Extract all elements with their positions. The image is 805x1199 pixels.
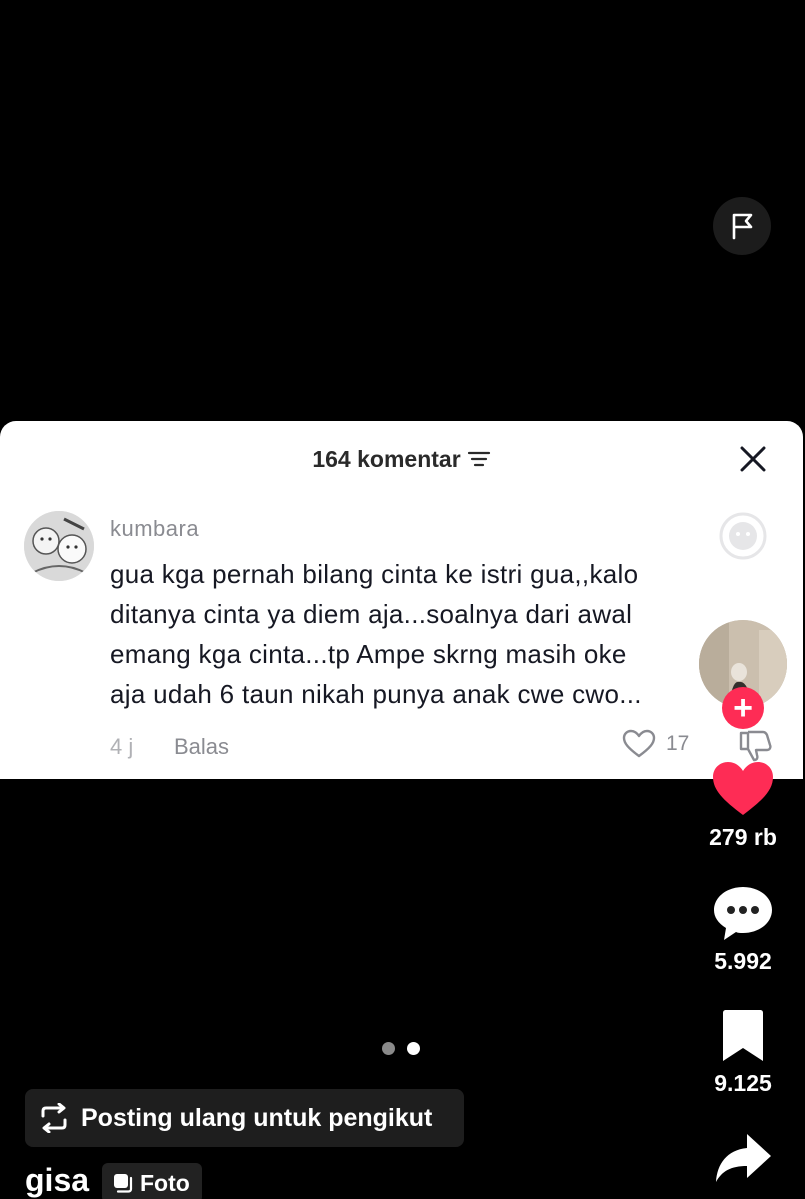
heart-outline-icon [622,729,656,758]
carousel-dot-active[interactable] [407,1042,420,1055]
share-action[interactable] [700,1130,786,1186]
save-action[interactable]: 9.125 [700,1008,786,1097]
follow-button[interactable]: + [722,687,764,729]
like-count: 279 rb [709,824,777,850]
post-type-badge: Foto [102,1163,202,1199]
share-arrow-icon [716,1134,771,1182]
comment-age: 4 j [110,734,134,759]
photo-stack-icon [114,1174,133,1193]
comment-line: ditanya cinta ya diem aja...soalnya dari… [110,599,633,629]
chat-bubble-icon [714,887,772,940]
close-icon [740,446,766,472]
comments-panel: 164 komentar kumbara gua kga pernah bila… [0,421,803,779]
comment-line: emang kga cinta...tp Ampe skrng masih ok… [110,639,627,669]
flag-icon [732,213,753,240]
post-type-label: Foto [140,1169,190,1196]
comment-username[interactable]: kumbara [110,516,199,542]
repost-icon [41,1103,67,1133]
comment-like-button[interactable]: 17 [622,729,689,759]
filter-lines-icon[interactable] [467,449,491,469]
author-name[interactable]: gisa [25,1162,89,1199]
comment-like-count: 17 [666,732,690,755]
report-button[interactable] [713,197,771,255]
comment-line: aja udah 6 taun nikah punya anak cwe cwo… [110,679,642,709]
carousel-indicator [382,1042,420,1055]
thumbs-down-icon [739,730,772,762]
emoji-button[interactable] [718,511,768,566]
comments-action[interactable]: 5.992 [700,884,786,975]
comment-text: gua kga pernah bilang cinta ke istri gua… [110,554,720,714]
reply-button[interactable]: Balas [174,734,229,760]
comments-count: 5.992 [714,948,772,974]
heart-icon [713,762,773,815]
comment-line: gua kga pernah bilang cinta ke istri gua… [110,559,639,589]
carousel-dot[interactable] [382,1042,395,1055]
commenter-avatar[interactable] [24,511,94,581]
emoji-icon [719,512,767,560]
like-action[interactable]: 279 rb [700,760,786,851]
comments-header[interactable]: 164 komentar [0,441,803,477]
bookmark-icon [723,1010,763,1061]
save-count: 9.125 [714,1070,772,1096]
repost-button[interactable]: Posting ulang untuk pengikut [25,1089,464,1147]
comment-count-label: 164 komentar [312,445,461,472]
close-button[interactable] [735,441,771,477]
repost-label: Posting ulang untuk pengikut [81,1103,433,1132]
